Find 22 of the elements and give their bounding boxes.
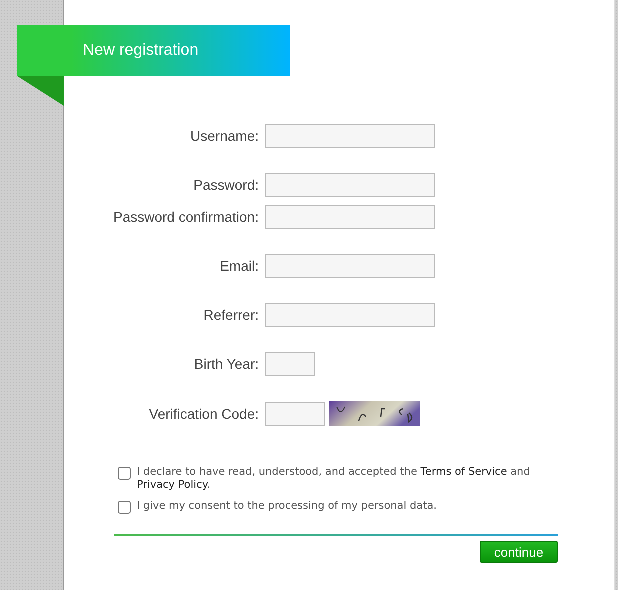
field-label: Referrer: [202,307,259,323]
field-label: Birth Year: [193,356,259,372]
field-label: Password: [192,177,259,193]
input-field[interactable] [265,352,315,376]
field-label: Username: [190,128,259,144]
checkbox[interactable] [118,467,131,480]
input-field[interactable] [265,254,435,278]
page-title: New registration [83,42,199,60]
input-field[interactable] [265,173,435,197]
policy-link[interactable]: Privacy Policy [137,479,208,491]
checkbox[interactable] [118,501,131,514]
policy-link[interactable]: Terms of Service [420,466,508,478]
input-field[interactable] [265,124,435,148]
field-label: Email: [219,258,259,274]
input-field[interactable] [265,205,435,229]
agreement-text: I declare to have read, understood, and accepted the Terms of Service and Privacy Policy. [137,466,532,492]
input-field[interactable] [265,303,435,327]
field-label: Verification Code: [148,406,259,422]
agreement-text: I give my consent to the processing of my personal data. [137,500,437,513]
input-field[interactable] [265,402,325,426]
ribbon-fold-icon [17,76,64,106]
field-label: Password confirmation: [112,209,259,225]
